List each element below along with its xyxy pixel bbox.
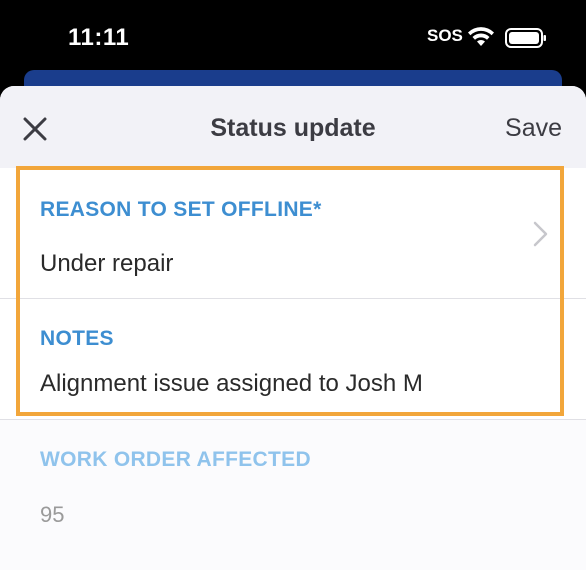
battery-icon: [505, 28, 546, 48]
page-title: Status update: [210, 114, 376, 142]
status-sos: SOS: [427, 26, 463, 45]
work-order-label: WORK ORDER AFFECTED: [40, 448, 311, 471]
reason-label: REASON TO SET OFFLINE*: [40, 198, 322, 221]
notes-label: NOTES: [40, 327, 114, 350]
wifi-icon: [468, 27, 494, 46]
notes-field[interactable]: NOTES Alignment issue assigned to Josh M: [0, 299, 586, 420]
save-button[interactable]: Save: [505, 114, 562, 143]
status-bar: 11:11 SOS: [0, 0, 586, 70]
reason-field[interactable]: REASON TO SET OFFLINE* Under repair: [0, 168, 586, 299]
close-icon[interactable]: [18, 112, 52, 146]
reason-value: Under repair: [40, 250, 174, 277]
status-time: 11:11: [68, 24, 130, 51]
work-order-field: WORK ORDER AFFECTED 95: [0, 420, 586, 570]
status-form: REASON TO SET OFFLINE* Under repair NOTE…: [0, 168, 586, 570]
notes-value[interactable]: Alignment issue assigned to Josh M: [40, 370, 423, 398]
work-order-value: 95: [40, 502, 65, 527]
sheet-header: Status update Save: [0, 86, 586, 168]
status-update-sheet: Status update Save REASON TO SET OFFLINE…: [0, 86, 586, 570]
phone-screen: 11:11 SOS Status update Save REASON TO S…: [0, 0, 586, 570]
chevron-right-icon: [533, 221, 548, 247]
